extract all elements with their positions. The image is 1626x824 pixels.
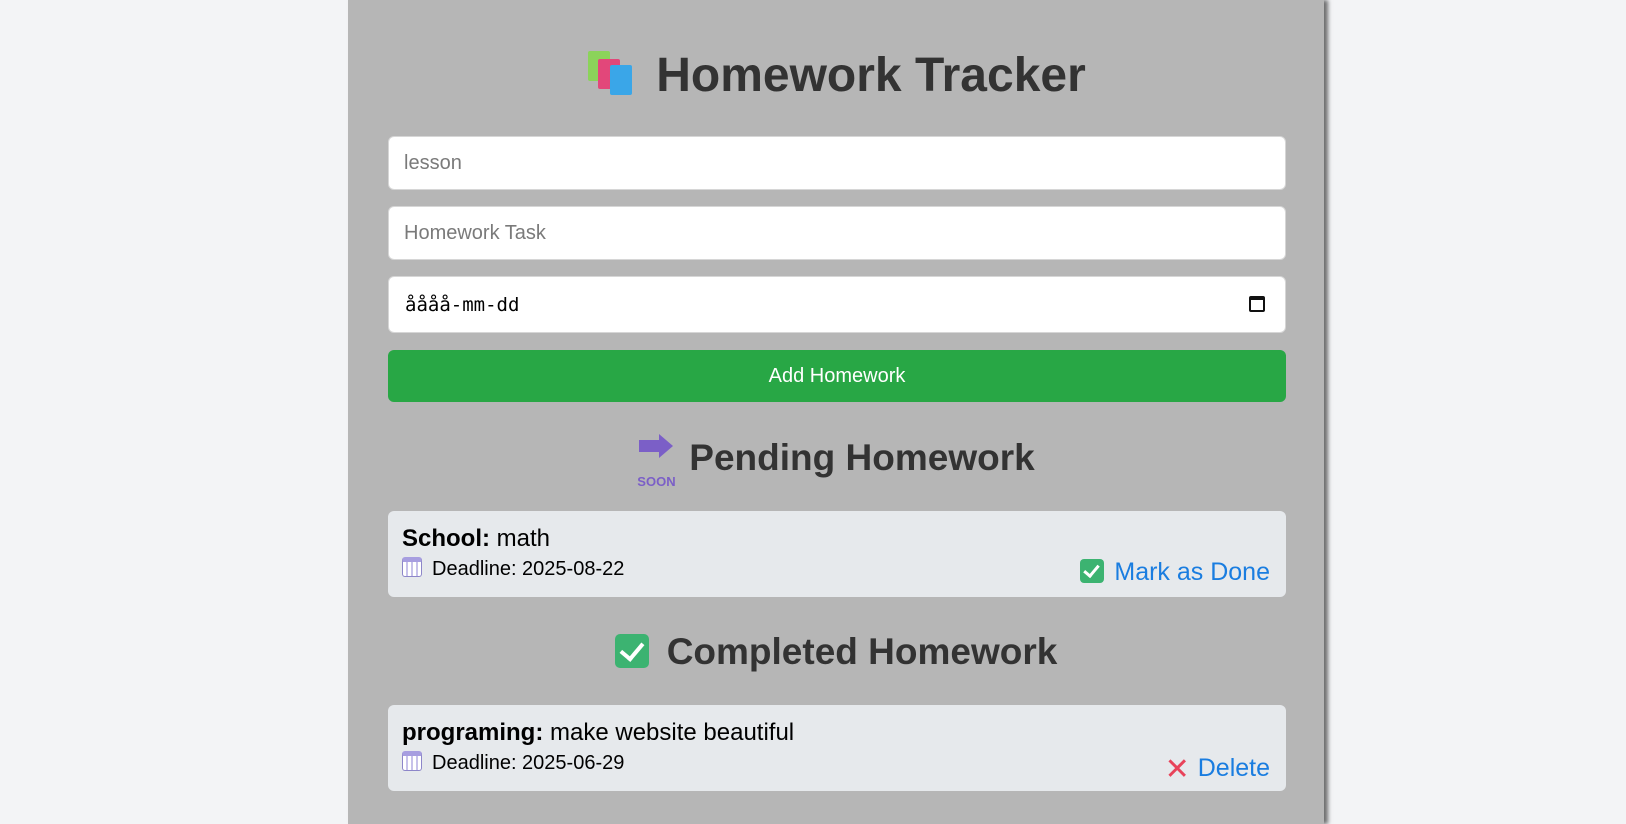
pending-heading: SOON Pending Homework: [348, 434, 1324, 489]
lesson-field[interactable]: [388, 136, 1286, 190]
calendar-icon: [402, 557, 422, 577]
homework-task-input[interactable]: [389, 207, 1285, 259]
task-field[interactable]: [388, 206, 1286, 260]
mark-as-done-label[interactable]: Mark as Done: [1114, 558, 1270, 586]
soon-arrow-icon: SOON: [637, 434, 676, 489]
pending-heading-text: Pending Homework: [689, 437, 1035, 478]
homework-subject: programing:: [402, 719, 544, 746]
delete-label[interactable]: Delete: [1198, 754, 1270, 782]
date-field[interactable]: åååå-mm-dd: [388, 276, 1286, 333]
check-mark-button-icon: [614, 634, 649, 669]
page-title: Homework Tracker: [348, 46, 1324, 106]
homework-task: make website beautiful: [550, 719, 795, 746]
homework-deadline: Deadline: 2025-06-29: [402, 751, 624, 775]
calendar-picker-icon[interactable]: [1249, 296, 1265, 312]
delete-button[interactable]: ✕ Delete: [1165, 752, 1270, 787]
books-icon: [586, 49, 634, 97]
deadline-text: Deadline: 2025-08-22: [432, 558, 625, 580]
homework-subject-line: programing: make website beautiful: [402, 719, 794, 747]
calendar-icon: [402, 751, 422, 771]
date-input-placeholder[interactable]: åååå-mm-dd: [405, 277, 519, 333]
homework-task: math: [496, 525, 551, 552]
deadline-text: Deadline: 2025-06-29: [432, 752, 625, 774]
homework-deadline: Deadline: 2025-08-22: [402, 557, 624, 581]
add-homework-button[interactable]: Add Homework: [388, 350, 1286, 402]
page-title-text: Homework Tracker: [656, 49, 1086, 102]
mark-as-done-button[interactable]: Mark as Done: [1080, 558, 1270, 587]
completed-heading: Completed Homework: [348, 630, 1324, 674]
homework-subject: School:: [402, 525, 490, 552]
cross-mark-icon: ✕: [1164, 752, 1190, 787]
completed-homework-item: programing: make website beautiful Deadl…: [388, 705, 1286, 791]
pending-homework-item: School: math Deadline: 2025-08-22 Mark a…: [388, 511, 1286, 597]
lesson-input[interactable]: [389, 137, 1285, 189]
tracker-panel: Homework Tracker åååå-mm-dd Add Homework…: [348, 0, 1324, 824]
homework-subject-line: School: math: [402, 525, 550, 553]
check-mark-icon: [1080, 559, 1105, 583]
completed-heading-text: Completed Homework: [666, 631, 1058, 672]
